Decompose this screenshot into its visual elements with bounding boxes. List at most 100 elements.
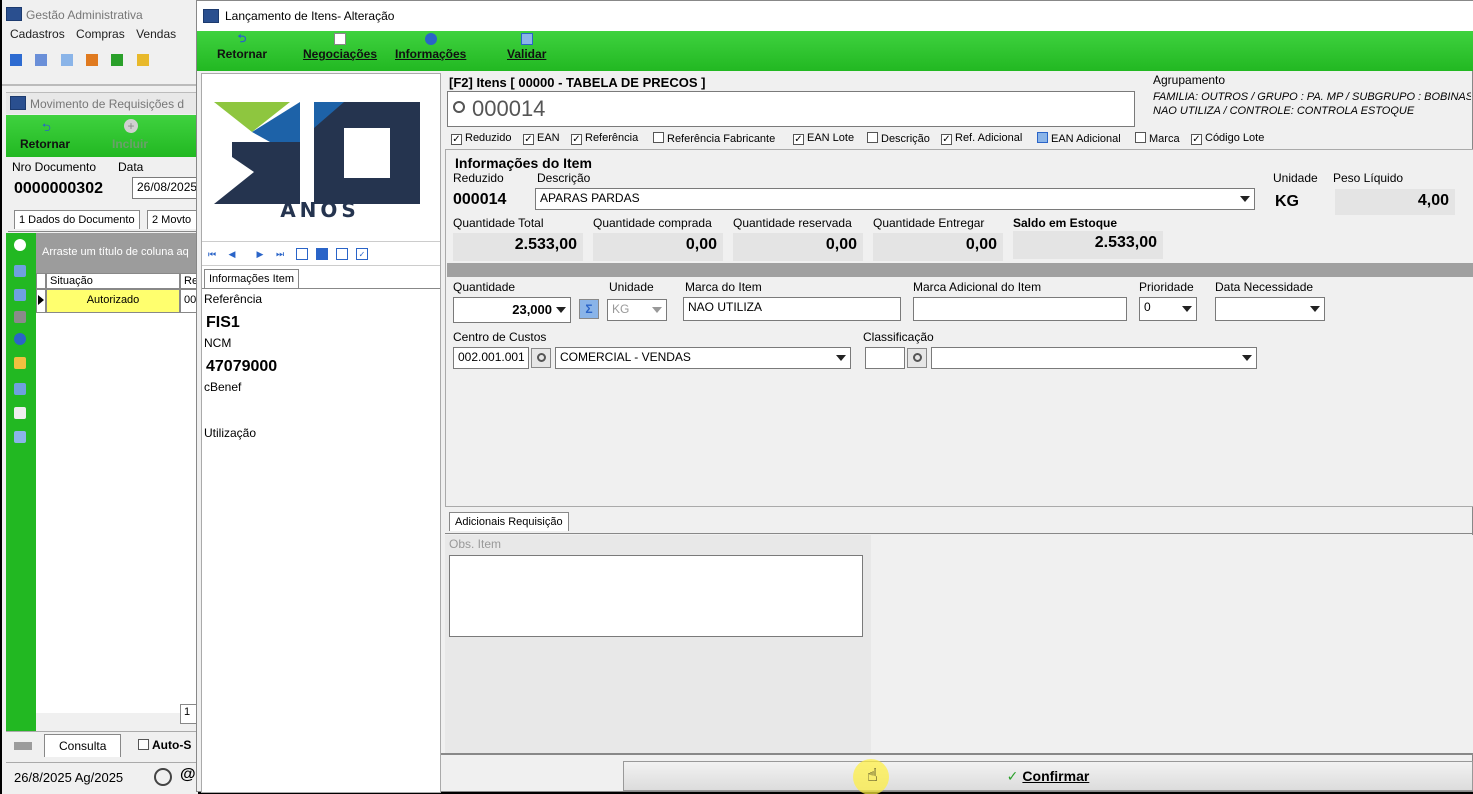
reduzido-value: 000014 [453, 191, 507, 208]
tab-informacoes-item[interactable]: Informações Item [204, 269, 299, 288]
dialog-app-icon [203, 9, 219, 26]
negociacoes-button[interactable]: Negociações [303, 33, 377, 61]
book-icon[interactable] [14, 357, 26, 369]
data-field[interactable]: 26/08/2025 [132, 177, 198, 199]
confirm-record-icon[interactable]: ✓ [356, 248, 368, 260]
descricao-label: Descrição [537, 171, 591, 185]
check-ean-adicional[interactable]: EAN Adicional [1037, 132, 1121, 145]
grid-check-icon [520, 33, 533, 45]
descricao-field[interactable]: APARAS PARDAS [535, 188, 1255, 210]
saldo-label: Saldo em Estoque [1013, 216, 1118, 230]
last-record-icon[interactable]: ⏭ [274, 248, 286, 260]
data-nec-field[interactable] [1215, 297, 1325, 321]
menu-compras[interactable]: Compras [76, 27, 125, 41]
chart-icon[interactable] [86, 53, 99, 66]
menu-vendas[interactable]: Vendas [136, 27, 176, 41]
sum-icon[interactable]: Σ [579, 299, 599, 319]
confirm-button[interactable]: ✓ Confirmar [623, 761, 1473, 791]
tab-movto[interactable]: 2 Movto [147, 210, 198, 229]
check-icon: ✓ [1006, 768, 1019, 784]
grid-icon[interactable] [60, 53, 73, 66]
doc-icon[interactable] [111, 53, 124, 66]
bg-retornar-button[interactable]: Retornar [20, 137, 70, 151]
bg-window-title: Gestão Administrativa [26, 8, 143, 22]
grid-cell-situacao[interactable]: Autorizado [46, 289, 180, 313]
save-record-icon[interactable] [316, 248, 328, 260]
grid-group-hint: Arraste um título de coluna aq [36, 233, 198, 273]
form-unidade-select[interactable]: KG [607, 299, 667, 321]
logo-text: ANOS [280, 198, 360, 222]
tab-adicionais-requisicao[interactable]: Adicionais Requisição [449, 512, 569, 531]
agrupamento-line2: NAO UTILIZA / CONTROLE: CONTROLA ESTOQUE [1153, 105, 1415, 117]
left-info-panel: ANOS ⏮ ◀ ▶ ⏭ ✓ Informações Item Referênc… [201, 73, 441, 793]
info-icon[interactable] [14, 333, 26, 345]
users-icon[interactable] [35, 53, 48, 66]
bg-toolbar: ⮌ Retornar + Incluir [6, 115, 198, 157]
section-title: Informações do Item [455, 155, 592, 171]
grid-col-situacao[interactable]: Situação [46, 273, 180, 289]
marca-field[interactable]: NAO UTILIZA [683, 297, 901, 321]
row-indicator [36, 289, 46, 313]
bg-incluir-button[interactable]: Incluir [112, 137, 148, 151]
search-icon[interactable] [907, 348, 927, 368]
new-record-icon[interactable] [296, 248, 308, 260]
at-icon[interactable]: @ [180, 766, 196, 784]
print-icon[interactable] [14, 311, 26, 323]
agrupamento-line1: FAMILIA: OUTROS / GRUPO : PA. MP / SUBGR… [1153, 91, 1471, 103]
check-ref-adicional[interactable]: ✓ Ref. Adicional [941, 132, 1022, 145]
next-record-icon[interactable]: ▶ [254, 248, 266, 260]
search-icon[interactable] [531, 348, 551, 368]
table-icon[interactable] [14, 431, 26, 443]
add-icon[interactable] [14, 239, 26, 251]
quantidade-field[interactable]: 23,000 [453, 297, 571, 323]
retornar-button[interactable]: ⮌ Retornar [217, 33, 267, 61]
tab-consulta[interactable]: Consulta [44, 734, 122, 757]
dialog-toolbar: ⮌ Retornar Negociações Informações Valid… [197, 31, 1473, 71]
copy-record-icon[interactable] [336, 248, 348, 260]
centro-code-field[interactable]: 002.001.001 [453, 347, 529, 369]
centro-desc-select[interactable]: COMERCIAL - VENDAS [555, 347, 851, 369]
menu-cadastros[interactable]: Cadastros [10, 27, 65, 41]
check-codigo-lote[interactable]: ✓ Código Lote [1191, 132, 1264, 145]
divider-bar [447, 263, 1473, 277]
marca-label: Marca do Item [685, 280, 762, 294]
chevron-down-icon [652, 307, 662, 313]
plus-icon: + [124, 119, 138, 133]
prioridade-select[interactable]: 0 [1139, 297, 1197, 321]
classif-desc-select[interactable] [931, 347, 1257, 369]
check-reduzido[interactable]: ✓ Reduzido [451, 132, 511, 145]
obs-textarea[interactable] [449, 555, 863, 637]
check-referencia[interactable]: ✓ Referência [571, 132, 638, 145]
prev-record-icon[interactable]: ◀ [226, 248, 238, 260]
edit-icon[interactable] [14, 265, 26, 277]
centro-custos-label: Centro de Custos [453, 330, 547, 344]
note-icon[interactable] [14, 383, 26, 395]
first-record-icon[interactable]: ⏮ [206, 248, 218, 260]
qtd-total-value: 2.533,00 [453, 233, 583, 261]
check-marca[interactable]: Marca [1135, 132, 1180, 145]
page-icon[interactable] [14, 407, 26, 419]
auto-check[interactable]: Auto-S [138, 738, 191, 752]
qtd-entregar-label: Quantidade Entregar [873, 216, 985, 230]
tab-dados-documento[interactable]: 1 Dados do Documento [14, 210, 140, 229]
headset-icon[interactable] [154, 768, 172, 786]
validar-button[interactable]: Validar [507, 33, 546, 61]
check-ean[interactable]: ✓ EAN [523, 132, 560, 145]
informacoes-button[interactable]: Informações [395, 33, 466, 61]
data-label: Data [118, 160, 144, 174]
peso-value: 4,00 [1335, 189, 1455, 215]
list-icon[interactable] [14, 289, 26, 301]
check-descricao[interactable]: Descrição [867, 132, 930, 145]
check-ean-lote[interactable]: ✓ EAN Lote [793, 132, 854, 145]
classif-code-field[interactable] [865, 347, 905, 369]
qtd-reservada-value: 0,00 [733, 233, 863, 261]
marca-adic-field[interactable] [913, 297, 1127, 321]
qtd-total-label: Quantidade Total [453, 216, 544, 230]
folder-icon[interactable] [10, 53, 22, 66]
item-search-input[interactable]: 000014 [447, 91, 1135, 127]
nro-doc-value: 0000000302 [14, 180, 103, 197]
box-icon[interactable] [136, 53, 149, 66]
document-icon [334, 33, 347, 45]
check-referencia-fabricante[interactable]: Referência Fabricante [653, 132, 775, 145]
items-header: [F2] Itens [ 00000 - TABELA DE PRECOS ] [449, 75, 706, 90]
